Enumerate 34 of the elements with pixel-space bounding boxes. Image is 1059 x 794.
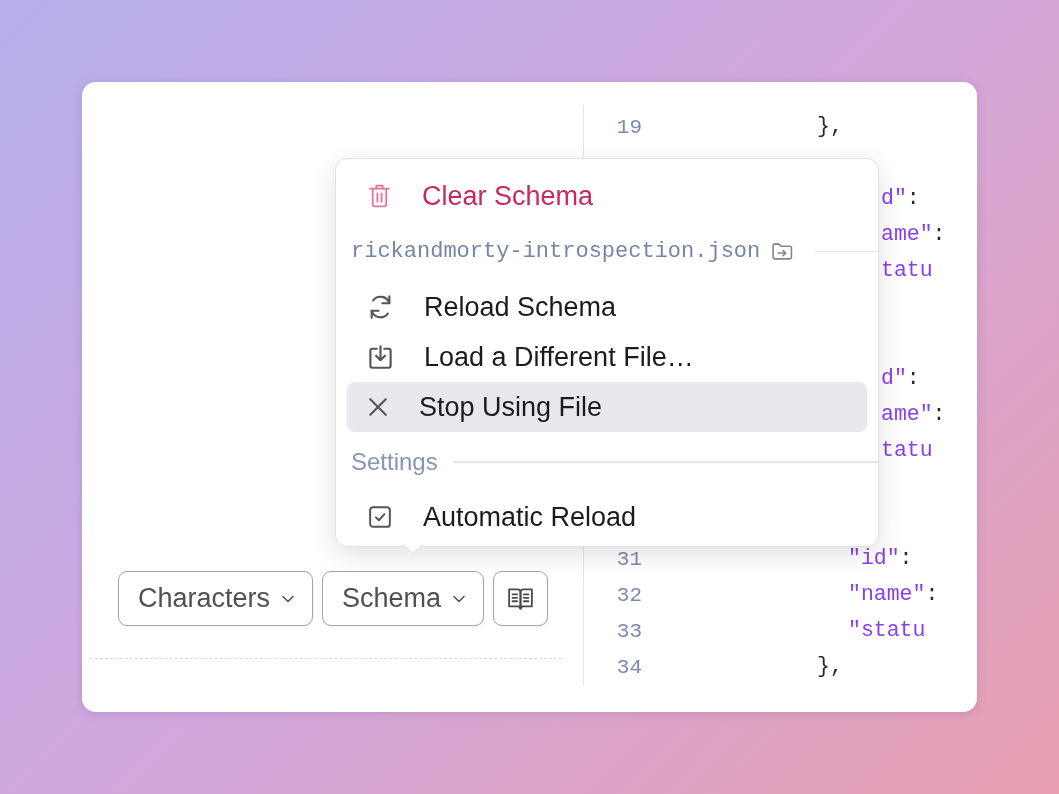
folder-arrow-icon <box>772 243 794 260</box>
code-line: ame": <box>881 223 945 247</box>
code-line: }, <box>817 115 843 139</box>
chevron-down-icon <box>453 594 466 603</box>
code-line: ame": <box>881 403 945 427</box>
book-button[interactable] <box>493 571 549 626</box>
code-line: "name": <box>848 583 939 607</box>
section-header: Settings <box>351 448 438 476</box>
code-line: "id": <box>848 547 913 571</box>
x-mark-icon <box>369 398 387 416</box>
chevron-down-icon <box>282 594 295 603</box>
line-number: 33 <box>616 619 642 643</box>
code-line: d": <box>881 367 920 391</box>
menu-item[interactable]: Stop Using File <box>347 382 867 432</box>
line-number: 34 <box>616 655 642 679</box>
book-icon <box>508 587 534 610</box>
line-number: 32 <box>616 583 642 607</box>
menu-item[interactable]: Reload Schema <box>347 282 867 332</box>
code-line: }, <box>817 655 843 679</box>
trash-icon <box>369 184 390 208</box>
code-line: tatu <box>881 439 933 463</box>
menu-item[interactable]: Automatic Reload <box>347 492 867 542</box>
code-line: tatu <box>881 259 933 283</box>
line-number: 31 <box>616 547 642 571</box>
dropdown-button[interactable]: Characters <box>118 571 314 626</box>
menu-item[interactable]: Load a Different File… <box>347 332 867 382</box>
code-line: "statu <box>848 619 926 643</box>
download-icon <box>369 345 392 369</box>
menu-item[interactable]: Clear Schema <box>347 171 867 221</box>
refresh-icon <box>369 295 392 319</box>
dropdown-button[interactable]: Schema <box>322 571 485 626</box>
code-line: d": <box>881 187 920 211</box>
file-name: rickandmorty-introspection.json <box>351 239 761 264</box>
line-number: 19 <box>616 115 642 139</box>
